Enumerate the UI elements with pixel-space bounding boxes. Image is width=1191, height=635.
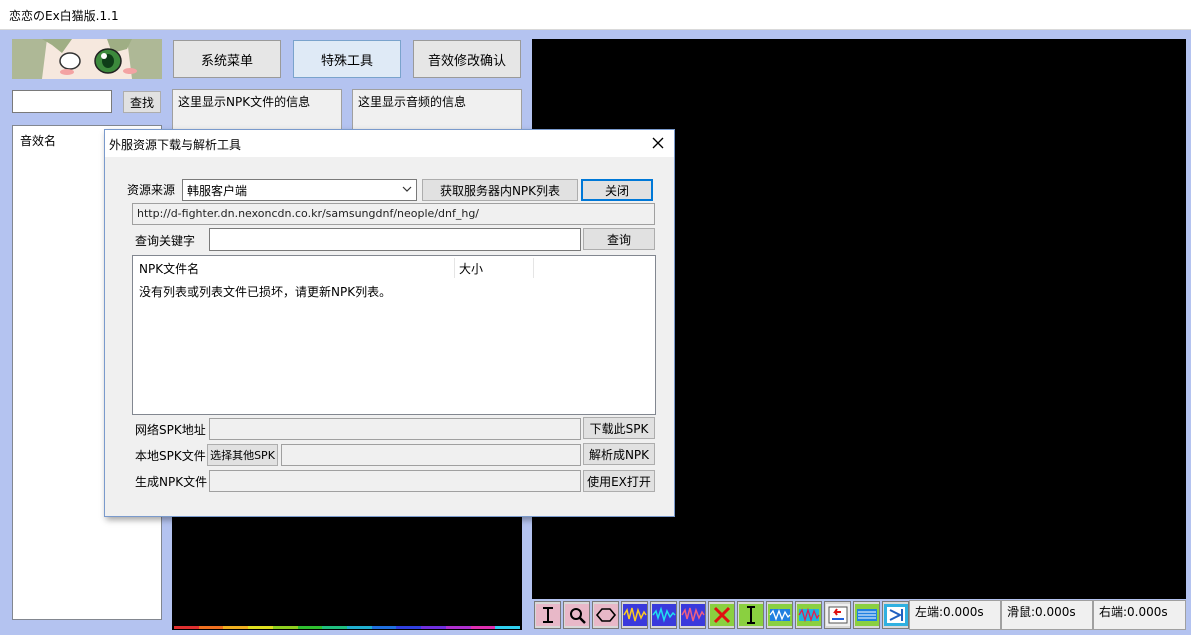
delete-icon[interactable]	[708, 601, 735, 629]
source-label: 资源来源	[127, 183, 176, 197]
mouse-time-text: 滑鼠:0.000s	[1007, 605, 1076, 619]
search-input[interactable]	[12, 90, 112, 113]
spectrum-segment	[248, 626, 273, 629]
undo-icon[interactable]	[824, 601, 851, 629]
left-time-display: 左端:0.000s	[909, 600, 1001, 630]
avatar	[12, 39, 162, 79]
gen-npk-field	[209, 470, 581, 492]
url-field: http://d-fighter.dn.nexoncdn.co.kr/samsu…	[132, 203, 655, 225]
spectrum-segment	[223, 626, 249, 629]
column-npk-filename[interactable]: NPK文件名	[139, 260, 199, 277]
wave-icon-4[interactable]	[766, 601, 793, 629]
dialog-title-bar: 外服资源下载与解析工具	[105, 130, 674, 157]
right-time-text: 右端:0.000s	[1099, 605, 1168, 619]
zoom-icon[interactable]	[563, 601, 590, 629]
source-select-value: 韩服客户端	[187, 184, 248, 198]
wave-icon-5[interactable]	[795, 601, 822, 629]
close-icon[interactable]	[648, 133, 668, 153]
spectrum-segment	[174, 626, 199, 629]
query-button[interactable]: 查询	[583, 228, 655, 250]
npk-info-box: 这里显示NPK文件的信息	[172, 89, 342, 131]
dialog-close-button[interactable]: 关闭	[581, 179, 653, 201]
sound-confirm-button[interactable]: 音效修改确认	[413, 40, 521, 78]
zoom-fit-icon[interactable]	[592, 601, 619, 629]
spectrum-segment	[322, 626, 348, 629]
source-select[interactable]: 韩服客户端	[182, 179, 417, 201]
column-separator	[454, 258, 455, 278]
open-with-ex-button[interactable]: 使用EX打开	[583, 470, 655, 492]
column-size[interactable]: 大小	[459, 260, 483, 277]
download-tool-dialog: 外服资源下载与解析工具 资源来源 韩服客户端 获取服务器内NPK列表 关闭 ht…	[104, 129, 675, 517]
keyword-label: 查询关键字	[135, 234, 196, 248]
window-title: 恋恋のEx白猫版.1.1	[9, 9, 119, 23]
amplify-icon[interactable]	[853, 601, 880, 629]
spectrum-segment	[396, 626, 422, 629]
choose-spk-button[interactable]: 选择其他SPK	[207, 444, 278, 466]
net-spk-field	[209, 418, 581, 440]
wave-icon-1[interactable]	[621, 601, 648, 629]
npk-info-text: 这里显示NPK文件的信息	[178, 95, 311, 109]
spectrum-bar	[174, 626, 521, 629]
spectrum-segment	[371, 626, 397, 629]
wave-icon-2[interactable]	[650, 601, 677, 629]
sound-list-header: 音效名	[20, 134, 57, 148]
audio-info-text: 这里显示音频的信息	[358, 95, 467, 109]
wave-icon-3[interactable]	[679, 601, 706, 629]
mouse-time-display: 滑鼠:0.000s	[1001, 600, 1093, 630]
spectrum-segment	[495, 626, 521, 629]
dialog-title: 外服资源下载与解析工具	[109, 138, 242, 152]
spectrum-segment	[297, 626, 323, 629]
search-button[interactable]: 查找	[123, 91, 161, 113]
spectrum-pane	[172, 505, 522, 630]
title-bar: 恋恋のEx白猫版.1.1	[0, 0, 1191, 30]
column-separator	[533, 258, 534, 278]
system-menu-button[interactable]: 系统菜单	[173, 40, 281, 78]
parse-npk-button[interactable]: 解析成NPK	[583, 443, 655, 465]
export-icon[interactable]	[882, 601, 909, 629]
spectrum-segment	[470, 626, 496, 629]
special-tools-button[interactable]: 特殊工具	[293, 40, 401, 78]
chevron-down-icon	[402, 186, 412, 192]
select-range-icon[interactable]	[534, 601, 561, 629]
fetch-npk-list-button[interactable]: 获取服务器内NPK列表	[422, 179, 578, 201]
spectrum-segment	[421, 626, 446, 629]
cursor-icon[interactable]	[737, 601, 764, 629]
empty-list-message: 没有列表或列表文件已损坏，请更新NPK列表。	[139, 285, 392, 299]
spectrum-segment	[272, 626, 298, 629]
npk-file-list[interactable]: NPK文件名 大小 没有列表或列表文件已损坏，请更新NPK列表。	[132, 255, 656, 415]
right-time-display: 右端:0.000s	[1093, 600, 1186, 630]
spectrum-segment	[347, 626, 372, 629]
download-spk-button[interactable]: 下载此SPK	[583, 417, 655, 439]
gen-npk-label: 生成NPK文件	[135, 475, 208, 489]
net-spk-label: 网络SPK地址	[135, 423, 206, 437]
local-spk-field	[281, 444, 581, 466]
left-time-text: 左端:0.000s	[915, 605, 984, 619]
spectrum-segment	[445, 626, 471, 629]
keyword-input[interactable]	[209, 228, 581, 251]
character-avatar-icon	[12, 39, 162, 79]
url-text: http://d-fighter.dn.nexoncdn.co.kr/samsu…	[137, 207, 480, 220]
local-spk-label: 本地SPK文件	[135, 449, 206, 463]
spectrum-segment	[198, 626, 224, 629]
audio-info-box: 这里显示音频的信息	[352, 89, 522, 131]
